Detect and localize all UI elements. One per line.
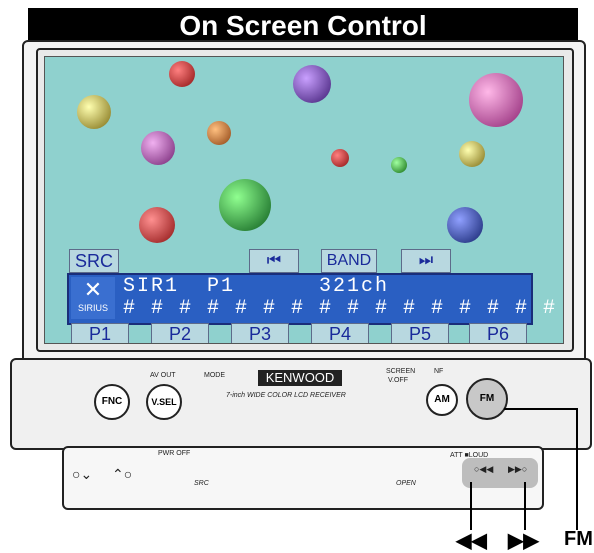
prev-track-button[interactable]: ⏮ [249, 249, 299, 273]
pwr-off-label: PWR OFF [158, 450, 191, 457]
page-title: On Screen Control [28, 8, 578, 44]
decor-sphere [469, 73, 523, 127]
preset-4-button[interactable]: P4 [311, 323, 369, 343]
next-callout: ▶▶ [508, 530, 539, 552]
preset-1-button[interactable]: P1 [71, 323, 129, 343]
vsel-button[interactable]: V.SEL [146, 384, 182, 420]
decor-sphere [447, 207, 483, 243]
fm-button[interactable]: FM [466, 378, 508, 420]
fnc-button[interactable]: FNC [94, 384, 130, 420]
lcd-screen: SRC ⏮ BAND ⏭ ✕ SIRIUS SIR1 P1 321ch # # … [44, 56, 564, 344]
prev-icon[interactable]: ○◀◀ [474, 464, 493, 475]
up-chevron-icon[interactable]: ⌃○ [112, 466, 132, 483]
display-line-1: SIR1 P1 321ch [123, 275, 390, 298]
preset-3-button[interactable]: P3 [231, 323, 289, 343]
preset-5-button[interactable]: P5 [391, 323, 449, 343]
decor-sphere [219, 179, 271, 231]
src-button[interactable]: SRC [69, 249, 119, 273]
decor-sphere [391, 157, 407, 173]
decor-sphere [139, 207, 175, 243]
sirius-logo-text: SIRIUS [77, 303, 108, 313]
decor-sphere [77, 95, 111, 129]
preset-6-button[interactable]: P6 [469, 323, 527, 343]
decor-sphere [169, 61, 195, 87]
nf-label: NF [434, 368, 444, 375]
av-out-label: AV OUT [150, 372, 176, 379]
band-button[interactable]: BAND [321, 249, 377, 273]
decor-sphere [141, 131, 175, 165]
sirius-logo: ✕ SIRIUS [71, 277, 115, 319]
display-line-2: # # # # # # # # # # # # # # # # # [123, 297, 564, 320]
down-chevron-icon[interactable]: ○⌄ [72, 466, 92, 483]
decor-sphere [293, 65, 331, 103]
mode-label: MODE [204, 372, 225, 379]
next-icon[interactable]: ▶▶○ [508, 464, 527, 475]
satellite-icon: ✕ [83, 277, 103, 302]
lower-src-button[interactable]: SRC [194, 480, 209, 487]
display-bar: ✕ SIRIUS SIR1 P1 321ch # # # # # # # # #… [67, 273, 555, 325]
open-button[interactable]: OPEN [396, 480, 416, 487]
callout-line-next [524, 482, 526, 530]
decor-sphere [459, 141, 485, 167]
decor-sphere [207, 121, 231, 145]
screen-label: SCREEN [386, 368, 416, 375]
next-track-button[interactable]: ⏭ [401, 249, 451, 273]
v-off-label: V.OFF [388, 377, 408, 384]
callout-line-fm-h [504, 408, 578, 410]
decor-sphere [331, 149, 349, 167]
brand-logo: KENWOOD [258, 370, 342, 386]
am-button[interactable]: AM [426, 384, 458, 416]
brand-description: 7-inch WIDE COLOR LCD RECEIVER [226, 392, 346, 399]
callout-line-fm-v [576, 408, 578, 530]
prev-callout: ◀◀ [456, 530, 487, 552]
preset-2-button[interactable]: P2 [151, 323, 209, 343]
callout-line-prev [470, 482, 472, 530]
fm-callout: FM [564, 528, 593, 550]
